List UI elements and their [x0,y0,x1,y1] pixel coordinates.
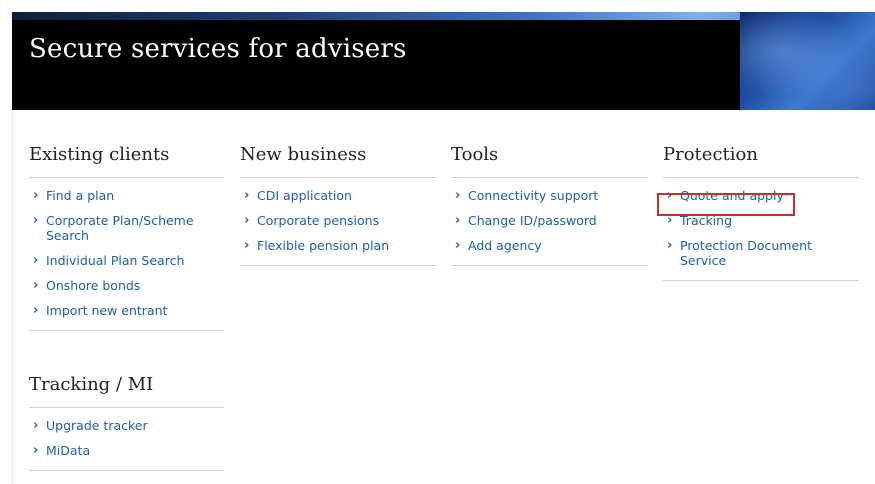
link-upgrade-tracker[interactable]: › Upgrade tracker [29,418,224,433]
chevron-right-icon: › [455,188,461,203]
column-heading: Existing clients [29,144,170,165]
link-cdi-application[interactable]: › CDI application [240,188,437,203]
link-label[interactable]: Tracking [680,213,732,228]
link-onshore-bonds[interactable]: › Onshore bonds [29,278,224,293]
content-left-edge [12,110,13,484]
column-heading: Tools [451,144,499,165]
link-label[interactable]: Import new entrant [46,303,167,318]
header-banner: Secure services for advisers [12,12,875,110]
section-divider [451,265,648,266]
link-list: › Quote and apply › Tracking › Protection D… [663,178,859,280]
chevron-right-icon: › [455,213,461,228]
link-tracking[interactable]: › Tracking [663,213,859,228]
link-connectivity-support[interactable]: › Connectivity support [451,188,648,203]
link-list: › CDI application › Corporate pensions › Fl… [240,178,437,265]
link-label[interactable]: Corporate Plan/Scheme Search [46,213,194,243]
link-label[interactable]: Quote and apply [680,188,784,203]
column-existing-clients: Existing clients › Find a plan › Corporate… [29,142,224,331]
chevron-right-icon: › [244,188,250,203]
chevron-right-icon: › [33,253,39,268]
section-divider [29,470,224,471]
link-label[interactable]: Protection Document Service [680,238,812,268]
link-label[interactable]: Change ID/password [468,213,597,228]
link-midata[interactable]: › MiData [29,443,224,458]
section-heading: Tracking / MI [29,374,154,395]
link-label[interactable]: CDI application [257,188,352,203]
link-label[interactable]: Upgrade tracker [46,418,148,433]
chevron-right-icon: › [33,418,39,433]
link-change-id-password[interactable]: › Change ID/password [451,213,648,228]
link-label[interactable]: MiData [46,443,90,458]
top-strip [0,0,875,12]
page-frame: Secure services for advisers Existing cl… [0,0,875,484]
page-title: Secure services for advisers [29,34,407,64]
link-label[interactable]: Corporate pensions [257,213,379,228]
section-divider [240,265,437,266]
link-list: › Find a plan › Corporate Plan/Scheme Sear… [29,178,224,330]
link-add-agency[interactable]: › Add agency [451,238,648,253]
chevron-right-icon: › [33,213,39,228]
link-individual-plan-search[interactable]: › Individual Plan Search [29,253,224,268]
link-label[interactable]: Onshore bonds [46,278,140,293]
chevron-right-icon: › [244,213,250,228]
link-list: › Connectivity support › Change ID/passwor… [451,178,648,265]
column-protection: Protection › Quote and apply › Tracking › P… [663,142,859,281]
chevron-right-icon: › [244,238,250,253]
link-protection-document-service[interactable]: › Protection Document Service [663,238,859,268]
link-import-new-entrant[interactable]: › Import new entrant [29,303,224,318]
column-heading: New business [240,144,367,165]
column-new-business: New business › CDI application › Corporate… [240,142,437,266]
chevron-right-icon: › [455,238,461,253]
chevron-right-icon: › [33,188,39,203]
link-label[interactable]: Individual Plan Search [46,253,184,268]
link-label[interactable]: Add agency [468,238,542,253]
chevron-right-icon: › [33,303,39,318]
chevron-right-icon: › [33,443,39,458]
link-find-a-plan[interactable]: › Find a plan [29,188,224,203]
chevron-right-icon: › [667,188,673,203]
section-divider [663,280,859,281]
chevron-right-icon: › [667,238,673,253]
link-label[interactable]: Find a plan [46,188,114,203]
link-label[interactable]: Flexible pension plan [257,238,389,253]
link-corporate-plan-scheme-search[interactable]: › Corporate Plan/Scheme Search [29,213,224,243]
chevron-right-icon: › [33,278,39,293]
chevron-right-icon: › [667,213,673,228]
link-list: › Upgrade tracker › MiData [29,408,224,470]
column-tools: Tools › Connectivity support › Change ID/p… [451,142,648,266]
section-tracking-mi: Tracking / MI › Upgrade tracker › MiData [29,372,224,471]
column-heading: Protection [663,144,758,165]
link-quote-and-apply[interactable]: › Quote and apply [663,188,859,203]
link-corporate-pensions[interactable]: › Corporate pensions [240,213,437,228]
section-divider [29,330,224,331]
link-label[interactable]: Connectivity support [468,188,598,203]
link-flexible-pension-plan[interactable]: › Flexible pension plan [240,238,437,253]
banner-artwork [740,12,875,110]
